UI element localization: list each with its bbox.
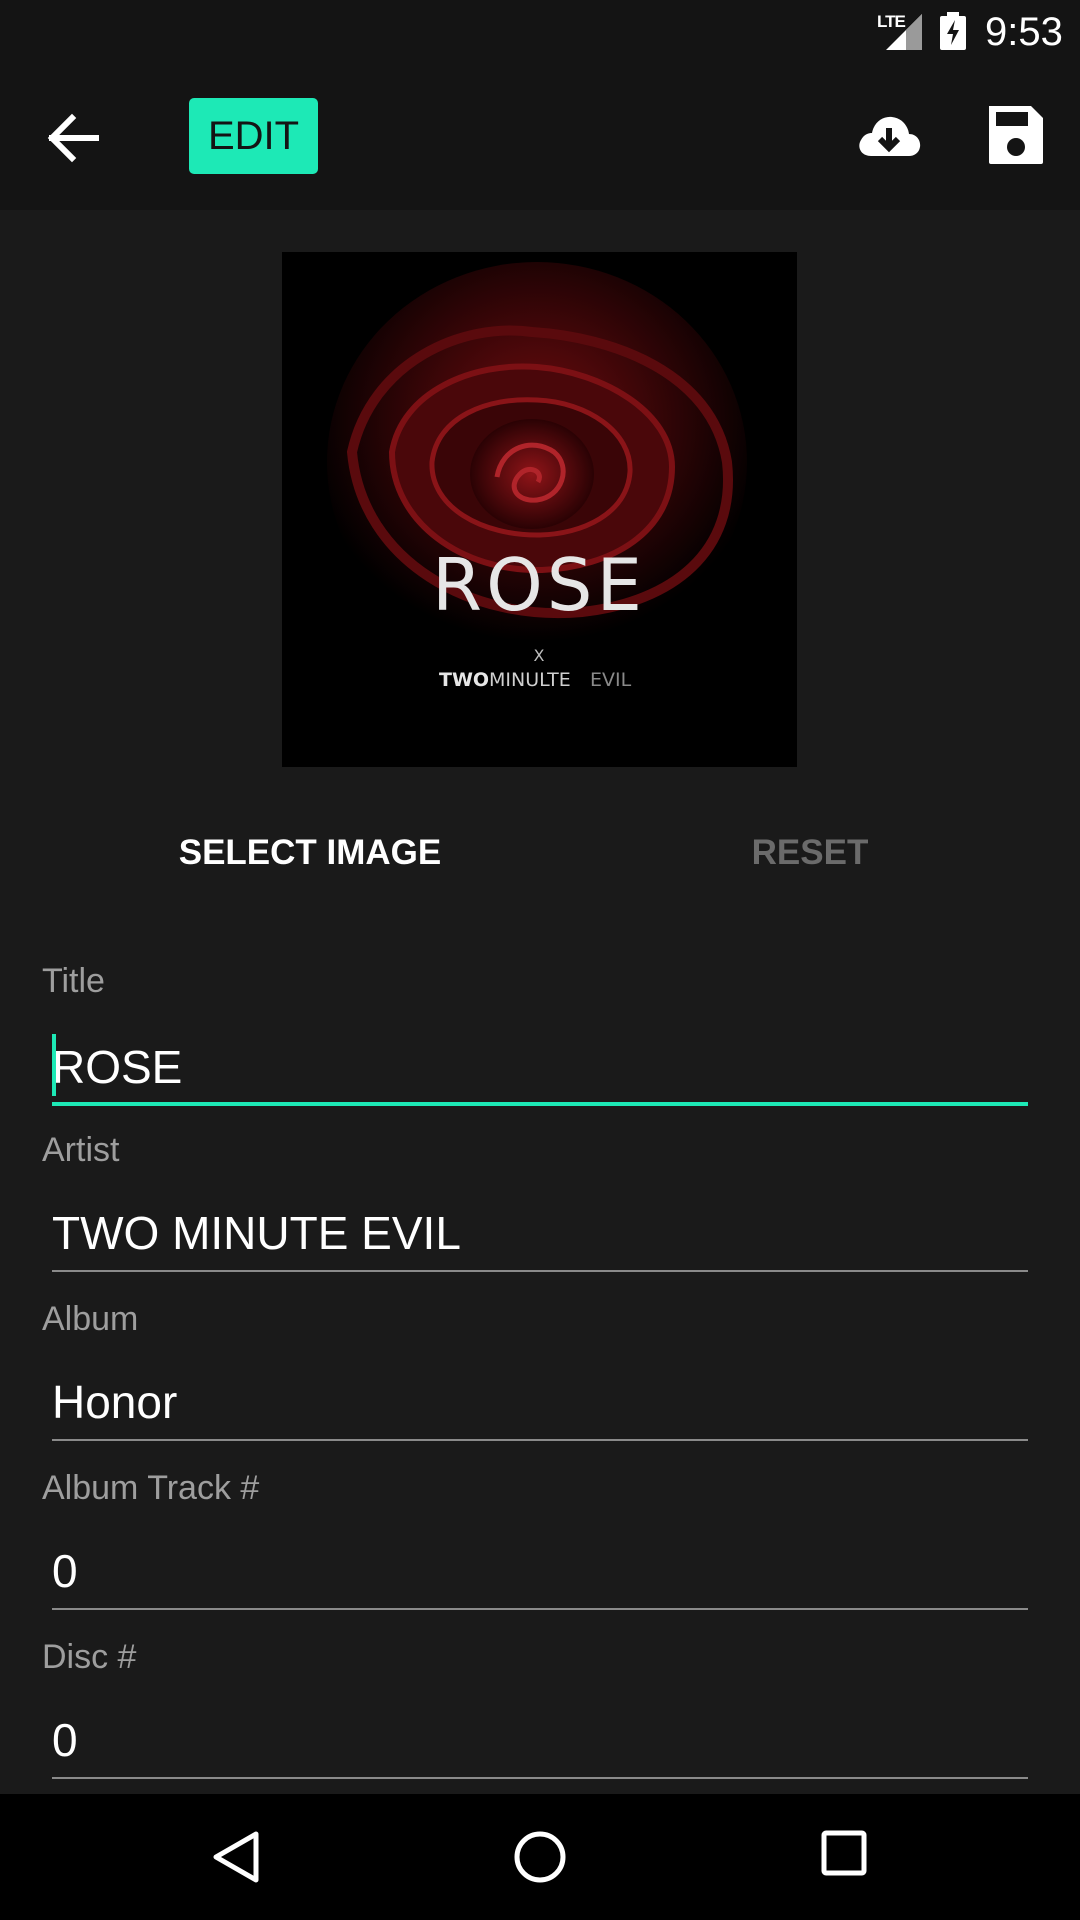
navigation-bar bbox=[0, 1794, 1080, 1920]
status-bar: LTE 9:53 bbox=[0, 0, 1080, 66]
nav-back-icon[interactable] bbox=[212, 1830, 260, 1884]
album-track-field[interactable]: 0 bbox=[52, 1532, 1028, 1610]
album-art-artist-light: EVIL bbox=[590, 669, 632, 691]
text-cursor bbox=[52, 1034, 56, 1096]
album-art-artist-bold: TWO bbox=[439, 669, 489, 691]
save-icon[interactable] bbox=[987, 104, 1045, 166]
album-art-title: ROSE bbox=[432, 543, 646, 627]
album-art-image: ROSE X TWO MINULTE EVIL bbox=[282, 252, 797, 767]
disc-field[interactable]: 0 bbox=[52, 1701, 1028, 1779]
select-image-button[interactable]: SELECT IMAGE bbox=[150, 820, 470, 886]
arrow-back-icon[interactable] bbox=[40, 108, 108, 168]
album-art: ROSE X TWO MINULTE EVIL bbox=[282, 252, 797, 767]
cloud-download-icon[interactable] bbox=[855, 106, 923, 170]
nav-home-icon[interactable] bbox=[513, 1830, 567, 1884]
network-type: LTE bbox=[877, 12, 906, 31]
artist-label: Artist bbox=[42, 1131, 120, 1169]
screen: LTE 9:53 EDIT ROSE X TWO MINULTE EVIL SE… bbox=[0, 0, 1080, 1920]
battery-charging-icon bbox=[940, 12, 966, 50]
title-label: Title bbox=[42, 962, 105, 1000]
artist-field[interactable]: TWO MINUTE EVIL bbox=[52, 1194, 1028, 1272]
title-field[interactable]: ROSE bbox=[52, 1028, 1028, 1106]
toolbar: EDIT bbox=[0, 66, 1080, 210]
status-time: 9:53 bbox=[985, 10, 1063, 54]
album-label: Album bbox=[42, 1300, 139, 1338]
edit-badge: EDIT bbox=[189, 98, 318, 174]
album-art-x: X bbox=[534, 646, 545, 665]
album-art-artist-mid: MINULTE bbox=[489, 669, 571, 691]
album-field[interactable]: Honor bbox=[52, 1363, 1028, 1441]
disc-label: Disc # bbox=[42, 1638, 137, 1676]
nav-recents-icon[interactable] bbox=[821, 1830, 867, 1876]
album-track-label: Album Track # bbox=[42, 1469, 260, 1507]
reset-button[interactable]: RESET bbox=[700, 820, 920, 886]
